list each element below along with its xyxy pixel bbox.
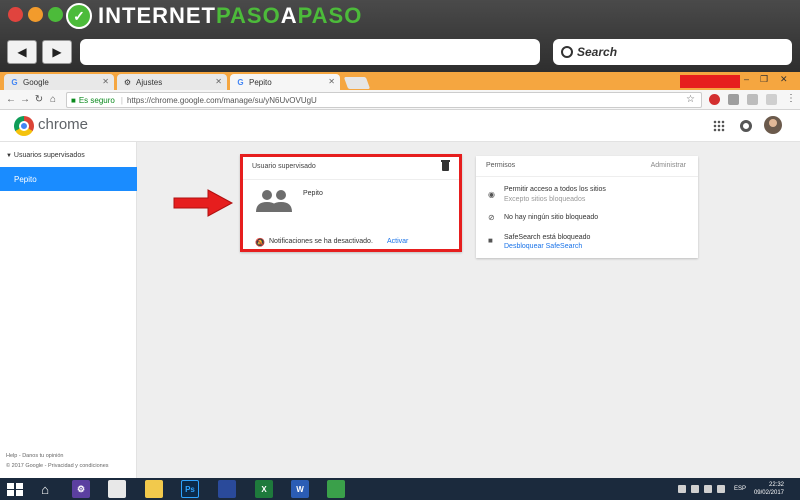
extension-icon[interactable] [766,94,777,105]
clock[interactable]: 22:32 09/02/2017 [754,481,784,497]
close-tab-icon[interactable]: ✕ [102,77,109,86]
extension-icon[interactable] [728,94,739,105]
outer-forward-button[interactable]: ▶ [42,40,72,64]
checkmark-logo-icon: ✓ [66,3,92,29]
address-bar[interactable]: ■ Es seguro | https://chrome.google.com/… [66,92,702,108]
help-links[interactable]: Help - Danos tu opinión [6,453,63,459]
google-icon: G [237,77,244,87]
gear-icon: ⚙ [123,77,132,87]
outer-back-button[interactable]: ◀ [7,40,37,64]
caret-down-icon: ▼ [6,153,12,159]
battery-icon[interactable] [716,485,725,493]
bookmark-star-icon[interactable]: ☆ [686,94,695,105]
settings-app-icon[interactable]: ⚙ [72,480,90,498]
close-window-button[interactable] [8,7,23,22]
network-icon[interactable] [690,485,699,493]
permissions-card: Permisos Administrar ◉ Permitir acceso a… [476,156,698,258]
people-icon [256,190,292,212]
notifications-icon[interactable] [740,120,752,132]
activate-link[interactable]: Activar [387,238,408,245]
tab-strip: G Google ✕ ⚙ Ajustes ✕ G Pepito ✕ ‒ ❐ ✕ [0,72,800,90]
lock-icon: ■ [488,236,493,245]
sidebar: ▼ Usuarios supervisados Pepito Help - Da… [0,142,137,478]
apps-grid-icon[interactable] [713,120,725,132]
avatar[interactable] [764,116,782,134]
page-header: chrome [0,110,800,142]
start-button[interactable] [4,480,26,498]
red-highlight-bar [680,75,740,88]
chrome-logo-icon [14,116,34,136]
home-icon[interactable]: ⌂ [46,94,60,105]
notifications-off-icon: 🔕 [255,238,265,247]
outer-address-bar[interactable] [80,39,540,65]
minimize-window-button[interactable] [28,7,43,22]
folder-icon[interactable] [145,480,163,498]
tab-ajustes[interactable]: ⚙ Ajustes ✕ [117,74,227,90]
outer-search-box[interactable]: Search [553,39,792,65]
sidebar-section-header[interactable]: ▼ Usuarios supervisados [6,152,85,159]
spreadsheet-icon[interactable]: X [255,480,273,498]
word-doc-icon[interactable]: W [291,480,309,498]
maximize-window-button[interactable] [48,7,63,22]
lock-icon: ■ [71,95,76,105]
minimize-icon[interactable]: ‒ [744,74,749,84]
back-arrow-icon[interactable]: ← [4,94,18,105]
legal-links[interactable]: © 2017 Google - Privacidad y condiciones [6,463,109,469]
close-icon[interactable]: ✕ [780,74,788,85]
home-icon[interactable]: ⌂ [36,480,54,498]
google-icon: G [11,77,18,87]
flag-icon[interactable] [677,485,686,493]
document-app-icon[interactable] [108,480,126,498]
volume-icon[interactable] [703,485,712,493]
unlock-safesearch-link[interactable]: Desbloquear SafeSearch [504,243,582,250]
user-name: Pepito [303,190,323,197]
save-disk-icon[interactable] [218,480,236,498]
chrome-wordmark: chrome [38,116,89,133]
forward-arrow-icon[interactable]: → [18,94,32,105]
toolbar: ← → ↻ ⌂ ■ Es seguro | https://chrome.goo… [0,90,800,110]
tab-pepito[interactable]: G Pepito ✕ [230,74,340,90]
supervised-user-card: Usuario supervisado Pepito 🔕 Notificacio… [240,154,462,252]
restore-icon[interactable]: ❐ [760,74,768,85]
extension-icon[interactable] [747,94,758,105]
publisher-icon[interactable] [327,480,345,498]
tab-google[interactable]: G Google ✕ [4,74,114,90]
language-indicator[interactable]: ESP [734,486,746,492]
outer-browser-frame: ✓ INTERNETPASOAPASO ◀ ▶ Search [0,0,800,72]
new-tab-button[interactable] [343,77,371,89]
reload-icon[interactable]: ↻ [32,94,46,105]
close-tab-icon[interactable]: ✕ [328,77,335,86]
site-logo: ✓ INTERNETPASOAPASO [66,2,362,30]
close-tab-icon[interactable]: ✕ [215,77,222,86]
taskbar: ⌂ ⚙ Ps X W ESP 22:32 09/02/2017 [0,478,800,500]
photoshop-icon[interactable]: Ps [181,480,199,498]
eye-icon: ◉ [488,190,495,199]
search-icon [561,46,573,58]
block-icon: ⊘ [488,213,495,222]
sidebar-item-pepito[interactable]: Pepito [0,167,137,191]
manage-link[interactable]: Administrar [651,162,686,169]
menu-icon[interactable]: ⋮ [786,93,796,104]
system-tray: ESP 22:32 09/02/2017 [677,478,800,500]
trash-icon[interactable] [441,160,450,171]
page: chrome ▼ Usuarios supervisados Pepito He… [0,110,800,478]
adblock-extension-icon[interactable] [709,94,720,105]
red-arrow-annotation [173,189,234,217]
